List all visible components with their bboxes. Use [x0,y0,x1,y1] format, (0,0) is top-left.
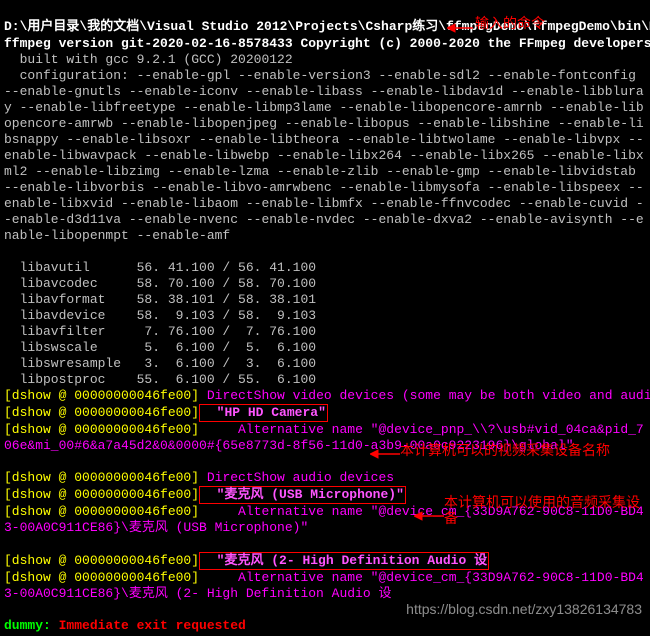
lib-line: libswscale 5. 6.100 / 5. 6.100 [4,340,316,355]
annot-video: 本计算机可以的视频采集设备名称 [400,442,610,458]
lib-line: libswresample 3. 6.100 / 3. 6.100 [4,356,316,371]
built-line: built with gcc 9.2.1 (GCC) 20200122 [4,52,293,67]
dshow-audio-dev1: [dshow @ 00000000046fe00] "麦克风 (USB Micr… [4,487,406,502]
lib-line: libavcodec 58. 70.100 / 58. 70.100 [4,276,316,291]
dshow-video-device: [dshow @ 00000000046fe00] "HP HD Camera" [4,405,328,420]
video-device-box: "HP HD Camera" [199,404,328,422]
arrow-icon [447,22,473,34]
lib-line: libpostproc 55. 6.100 / 55. 6.100 [4,372,316,387]
lib-line: libavdevice 58. 9.103 / 58. 9.103 [4,308,316,323]
dummy-exit: dummy: Immediate exit requested [4,618,246,633]
lib-line: libavformat 58. 38.101 / 58. 38.101 [4,292,316,307]
audio-device-box: "麦克风 (USB Microphone)" [199,486,406,504]
dshow-audio-alt2: [dshow @ 00000000046fe00] Alternative na… [4,570,646,602]
dshow-video-header: [dshow @ 00000000046fe00] DirectShow vid… [4,388,650,403]
lib-line: libavfilter 7. 76.100 / 7. 76.100 [4,324,316,339]
config-line: configuration: --enable-gpl --enable-ver… [4,68,646,244]
dshow-audio-header: [dshow @ 00000000046fe00] DirectShow aud… [4,470,394,485]
annot-command: 输入的命令 [475,15,545,31]
version-line: ffmpeg version git-2020-02-16-8578433 Co… [4,36,650,51]
arrow-icon [414,510,444,522]
arrow-icon [370,448,400,460]
lib-line: libavutil 56. 41.100 / 56. 41.100 [4,260,316,275]
annot-audio: 本计算机可以使用的音频采集设备 [444,494,644,526]
console-output: D:\用户目录\我的文档\Visual Studio 2012\Projects… [0,0,650,636]
prompt-line: D:\用户目录\我的文档\Visual Studio 2012\Projects… [4,19,650,34]
dshow-audio-dev2: [dshow @ 00000000046fe00] "麦克风 (2- High … [4,553,489,568]
watermark: https://blog.csdn.net/zxy13826134783 [406,601,642,617]
audio-device2-box: "麦克风 (2- High Definition Audio 设 [199,552,489,570]
